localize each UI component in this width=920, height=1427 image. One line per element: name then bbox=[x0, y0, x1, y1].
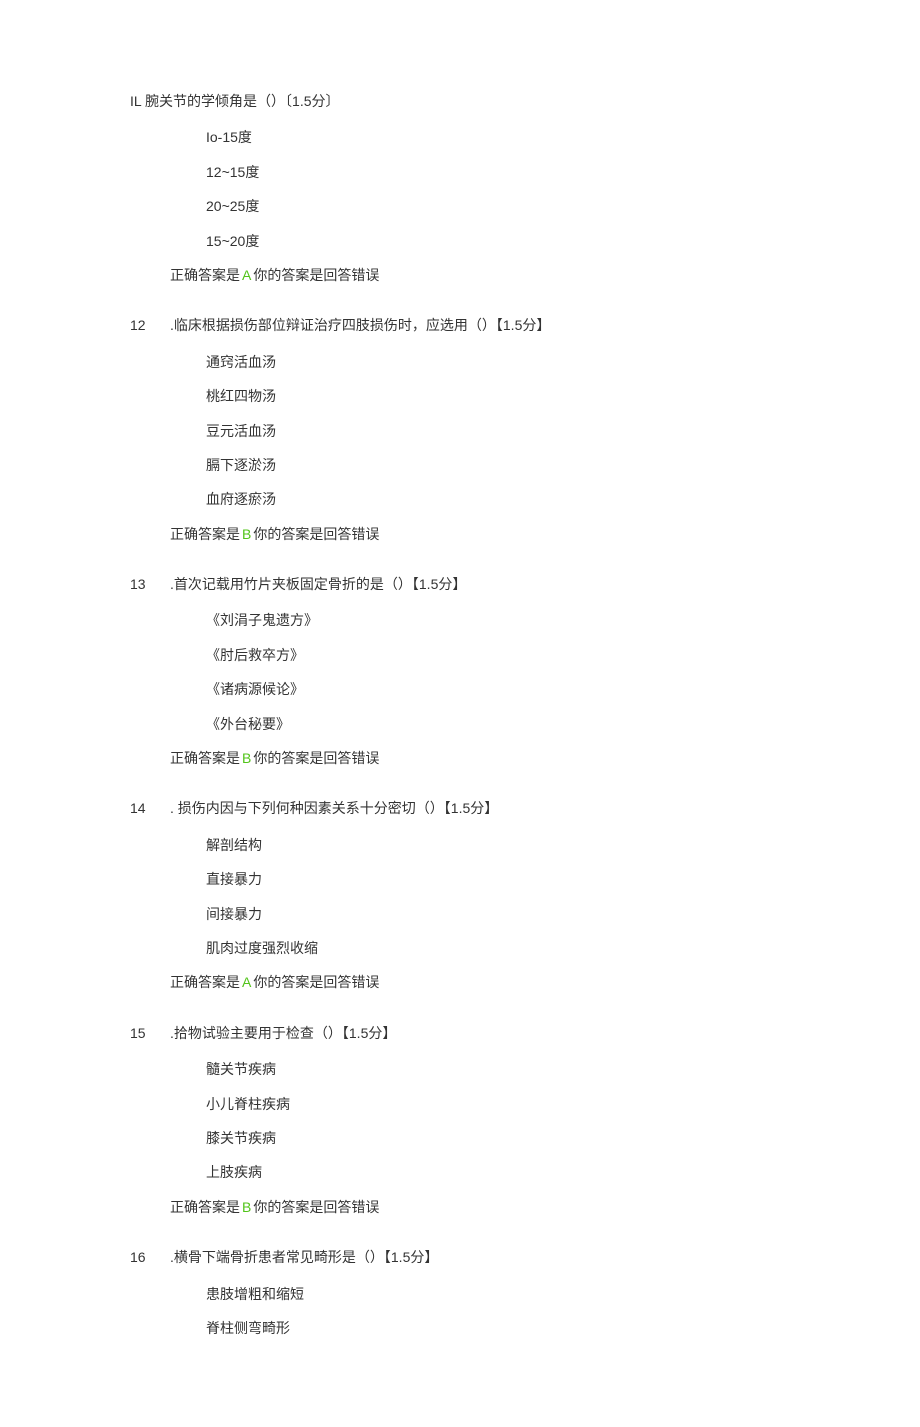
question-line: IL 腕关节的学倾角是（）〔1.5分〕 bbox=[130, 90, 790, 112]
answer-suffix: 你的答案是回答错误 bbox=[253, 750, 379, 766]
answer-prefix: 正确答案是 bbox=[170, 1199, 240, 1215]
option-item: 血府逐瘀汤 bbox=[206, 488, 790, 510]
option-item: 通窍活血汤 bbox=[206, 351, 790, 373]
option-item: Io-15度 bbox=[206, 126, 790, 148]
question-block: 15 .拾物试验主要用于检查（）【1.5分】 髓关节疾病 小儿脊柱疾病 膝关节疾… bbox=[130, 1022, 790, 1218]
answer-suffix: 你的答案是回答错误 bbox=[253, 974, 379, 990]
question-line: 15 .拾物试验主要用于检查（）【1.5分】 bbox=[130, 1022, 790, 1044]
answer-suffix: 你的答案是回答错误 bbox=[253, 267, 379, 283]
answer-prefix: 正确答案是 bbox=[170, 750, 240, 766]
answer-prefix: 正确答案是 bbox=[170, 526, 240, 542]
answer-line: 正确答案是B你的答案是回答错误 bbox=[170, 747, 790, 769]
option-item: 脊柱侧弯畸形 bbox=[206, 1317, 790, 1339]
option-item: 12~15度 bbox=[206, 161, 790, 183]
answer-suffix: 你的答案是回答错误 bbox=[253, 526, 379, 542]
option-item: 直接暴力 bbox=[206, 868, 790, 890]
question-number: 14 bbox=[130, 797, 170, 819]
option-item: 上肢疾病 bbox=[206, 1161, 790, 1183]
question-stem: . 损伤内因与下列何种因素关系十分密切（）【1.5分】 bbox=[170, 797, 790, 819]
question-number: 12 bbox=[130, 314, 170, 336]
option-item: 《诸病源候论》 bbox=[206, 678, 790, 700]
answer-letter: B bbox=[242, 750, 251, 766]
option-item: 15~20度 bbox=[206, 230, 790, 252]
question-text: IL 腕关节的学倾角是（）〔1.5分〕 bbox=[130, 90, 790, 112]
option-item: 20~25度 bbox=[206, 195, 790, 217]
question-line: 13 .首次记载用竹片夹板固定骨折的是（）【1.5分】 bbox=[130, 573, 790, 595]
option-item: 小儿脊柱疾病 bbox=[206, 1093, 790, 1115]
answer-suffix: 你的答案是回答错误 bbox=[253, 1199, 379, 1215]
option-item: 豆元活血汤 bbox=[206, 420, 790, 442]
question-number: 16 bbox=[130, 1246, 170, 1268]
question-block: 13 .首次记载用竹片夹板固定骨折的是（）【1.5分】 《刘涓子鬼遗方》 《肘后… bbox=[130, 573, 790, 769]
question-stem: .拾物试验主要用于检查（）【1.5分】 bbox=[170, 1022, 790, 1044]
answer-letter: A bbox=[242, 267, 251, 283]
option-item: 《肘后救卒方》 bbox=[206, 644, 790, 666]
question-number: 13 bbox=[130, 573, 170, 595]
answer-line: 正确答案是A你的答案是回答错误 bbox=[170, 971, 790, 993]
question-line: 14 . 损伤内因与下列何种因素关系十分密切（）【1.5分】 bbox=[130, 797, 790, 819]
answer-letter: B bbox=[242, 1199, 251, 1215]
question-stem: .首次记载用竹片夹板固定骨折的是（）【1.5分】 bbox=[170, 573, 790, 595]
option-item: 桃红四物汤 bbox=[206, 385, 790, 407]
option-item: 间接暴力 bbox=[206, 903, 790, 925]
options-list: 患肢增粗和缩短 脊柱侧弯畸形 bbox=[206, 1283, 790, 1340]
answer-prefix: 正确答案是 bbox=[170, 974, 240, 990]
option-item: 《外台秘要》 bbox=[206, 713, 790, 735]
answer-line: 正确答案是B你的答案是回答错误 bbox=[170, 523, 790, 545]
option-item: 膝关节疾病 bbox=[206, 1127, 790, 1149]
answer-letter: A bbox=[242, 974, 251, 990]
options-list: 髓关节疾病 小儿脊柱疾病 膝关节疾病 上肢疾病 bbox=[206, 1058, 790, 1184]
question-line: 12 .临床根据损伤部位辩证治疗四肢损伤时，应选用（）【1.5分】 bbox=[130, 314, 790, 336]
option-item: 肌肉过度强烈收缩 bbox=[206, 937, 790, 959]
question-number: 15 bbox=[130, 1022, 170, 1044]
options-list: 解剖结构 直接暴力 间接暴力 肌肉过度强烈收缩 bbox=[206, 834, 790, 960]
options-list: Io-15度 12~15度 20~25度 15~20度 bbox=[206, 126, 790, 252]
question-stem: .临床根据损伤部位辩证治疗四肢损伤时，应选用（）【1.5分】 bbox=[170, 314, 790, 336]
page: IL 腕关节的学倾角是（）〔1.5分〕 Io-15度 12~15度 20~25度… bbox=[0, 0, 920, 1427]
question-block: 16 .横骨下端骨折患者常见畸形是（）【1.5分】 患肢增粗和缩短 脊柱侧弯畸形 bbox=[130, 1246, 790, 1339]
question-stem: 腕关节的学倾角是（）〔1.5分〕 bbox=[145, 93, 339, 109]
question-block: 12 .临床根据损伤部位辩证治疗四肢损伤时，应选用（）【1.5分】 通窍活血汤 … bbox=[130, 314, 790, 545]
question-block: IL 腕关节的学倾角是（）〔1.5分〕 Io-15度 12~15度 20~25度… bbox=[130, 90, 790, 286]
question-number: IL bbox=[130, 93, 141, 109]
answer-letter: B bbox=[242, 526, 251, 542]
question-block: 14 . 损伤内因与下列何种因素关系十分密切（）【1.5分】 解剖结构 直接暴力… bbox=[130, 797, 790, 993]
answer-prefix: 正确答案是 bbox=[170, 267, 240, 283]
option-item: 解剖结构 bbox=[206, 834, 790, 856]
question-stem: .横骨下端骨折患者常见畸形是（）【1.5分】 bbox=[170, 1246, 790, 1268]
question-line: 16 .横骨下端骨折患者常见畸形是（）【1.5分】 bbox=[130, 1246, 790, 1268]
answer-line: 正确答案是B你的答案是回答错误 bbox=[170, 1196, 790, 1218]
answer-line: 正确答案是A你的答案是回答错误 bbox=[170, 264, 790, 286]
option-item: 膈下逐淤汤 bbox=[206, 454, 790, 476]
option-item: 患肢增粗和缩短 bbox=[206, 1283, 790, 1305]
option-item: 髓关节疾病 bbox=[206, 1058, 790, 1080]
options-list: 《刘涓子鬼遗方》 《肘后救卒方》 《诸病源候论》 《外台秘要》 bbox=[206, 609, 790, 735]
options-list: 通窍活血汤 桃红四物汤 豆元活血汤 膈下逐淤汤 血府逐瘀汤 bbox=[206, 351, 790, 511]
option-item: 《刘涓子鬼遗方》 bbox=[206, 609, 790, 631]
